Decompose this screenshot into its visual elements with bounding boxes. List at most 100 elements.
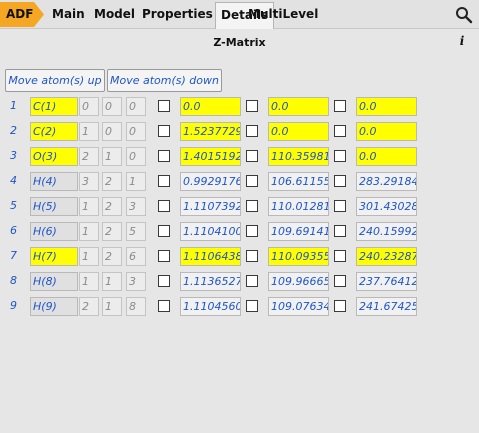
ref-atom-2-field[interactable]: 0 — [102, 122, 122, 141]
freeze-angle-checkbox[interactable] — [246, 250, 258, 262]
distance-field[interactable]: 1.4015192 — [180, 147, 241, 166]
atom-label-field[interactable]: H(9) — [30, 297, 78, 316]
freeze-distance-checkbox[interactable] — [158, 150, 170, 162]
freeze-angle-checkbox[interactable] — [246, 175, 258, 187]
tab-model[interactable]: Model — [89, 2, 140, 27]
ref-atom-1-field[interactable]: 2 — [79, 297, 99, 316]
freeze-angle-checkbox[interactable] — [246, 100, 258, 112]
dihedral-field[interactable]: 240.23287 — [356, 247, 417, 266]
ref-atom-2-field[interactable]: 2 — [102, 247, 122, 266]
ref-atom-3-field[interactable]: 5 — [126, 222, 146, 241]
distance-field[interactable]: 1.1136527 — [180, 272, 241, 291]
freeze-distance-checkbox[interactable] — [158, 300, 170, 312]
adf-menu-tab[interactable]: ADF — [0, 2, 44, 27]
distance-field[interactable]: 1.1104100 — [180, 222, 241, 241]
move-atoms-down-button[interactable]: Move atom(s) down — [107, 69, 222, 92]
atom-label-field[interactable]: H(7) — [30, 247, 78, 266]
move-atoms-up-button[interactable]: Move atom(s) up — [5, 69, 105, 92]
dihedral-field[interactable]: 301.43028 — [356, 197, 417, 216]
angle-field[interactable]: 110.01281 — [268, 197, 329, 216]
freeze-angle-checkbox[interactable] — [246, 125, 258, 137]
ref-atom-1-field[interactable]: 3 — [79, 172, 99, 191]
atom-label-field[interactable]: O(3) — [30, 147, 78, 166]
dihedral-field[interactable]: 283.29184 — [356, 172, 417, 191]
freeze-angle-checkbox[interactable] — [246, 300, 258, 312]
dihedral-field[interactable]: 0.0 — [356, 97, 417, 116]
dihedral-field[interactable]: 241.67425 — [356, 297, 417, 316]
ref-atom-1-field[interactable]: 0 — [79, 97, 99, 116]
atom-label-field[interactable]: C(1) — [30, 97, 78, 116]
ref-atom-3-field[interactable]: 6 — [126, 247, 146, 266]
distance-field[interactable]: 1.1107392 — [180, 197, 241, 216]
atom-label-field[interactable]: H(8) — [30, 272, 78, 291]
ref-atom-2-field[interactable]: 2 — [102, 197, 122, 216]
atom-label-field[interactable]: H(4) — [30, 172, 78, 191]
ref-atom-1-field[interactable]: 1 — [79, 122, 99, 141]
freeze-distance-checkbox[interactable] — [158, 275, 170, 287]
ref-atom-3-field[interactable]: 3 — [126, 272, 146, 291]
angle-field[interactable]: 109.69141 — [268, 222, 329, 241]
freeze-dihedral-checkbox[interactable] — [334, 250, 346, 262]
row-number: 5 — [10, 199, 17, 212]
dihedral-field[interactable]: 240.15992 — [356, 222, 417, 241]
tab-main[interactable]: Main — [47, 2, 90, 27]
freeze-dihedral-checkbox[interactable] — [334, 275, 346, 287]
ref-atom-1-field[interactable]: 1 — [79, 222, 99, 241]
freeze-angle-checkbox[interactable] — [246, 275, 258, 287]
distance-field[interactable]: 0.0 — [180, 97, 241, 116]
ref-atom-2-field[interactable]: 1 — [102, 147, 122, 166]
ref-atom-3-field[interactable]: 3 — [126, 197, 146, 216]
freeze-dihedral-checkbox[interactable] — [334, 125, 346, 137]
freeze-dihedral-checkbox[interactable] — [334, 100, 346, 112]
tab-multilevel[interactable]: MultiLevel — [243, 2, 323, 27]
ref-atom-1-field[interactable]: 1 — [79, 272, 99, 291]
distance-field[interactable]: 1.1106438 — [180, 247, 241, 266]
search-icon[interactable] — [455, 6, 473, 24]
tab-properties[interactable]: Properties — [137, 2, 218, 27]
freeze-angle-checkbox[interactable] — [246, 200, 258, 212]
freeze-dihedral-checkbox[interactable] — [334, 150, 346, 162]
ref-atom-2-field[interactable]: 1 — [102, 297, 122, 316]
distance-field[interactable]: 0.9929176 — [180, 172, 241, 191]
freeze-distance-checkbox[interactable] — [158, 125, 170, 137]
dihedral-field[interactable]: 237.76412 — [356, 272, 417, 291]
ref-atom-2-field[interactable]: 2 — [102, 172, 122, 191]
angle-field[interactable]: 110.09355 — [268, 247, 329, 266]
freeze-angle-checkbox[interactable] — [246, 150, 258, 162]
ref-atom-1-field[interactable]: 1 — [79, 247, 99, 266]
distance-field[interactable]: 1.1104560 — [180, 297, 241, 316]
ref-atom-3-field[interactable]: 0 — [126, 97, 146, 116]
atom-label-field[interactable]: H(5) — [30, 197, 78, 216]
freeze-distance-checkbox[interactable] — [158, 200, 170, 212]
angle-field[interactable]: 0.0 — [268, 97, 329, 116]
freeze-distance-checkbox[interactable] — [158, 175, 170, 187]
freeze-dihedral-checkbox[interactable] — [334, 175, 346, 187]
ref-atom-3-field[interactable]: 0 — [126, 122, 146, 141]
ref-atom-3-field[interactable]: 0 — [126, 147, 146, 166]
ref-atom-1-field[interactable]: 2 — [79, 147, 99, 166]
freeze-angle-checkbox[interactable] — [246, 225, 258, 237]
dihedral-field[interactable]: 0.0 — [356, 122, 417, 141]
atom-label-field[interactable]: C(2) — [30, 122, 78, 141]
angle-field[interactable]: 109.07634 — [268, 297, 329, 316]
freeze-dihedral-checkbox[interactable] — [334, 300, 346, 312]
info-icon[interactable]: i — [458, 34, 466, 48]
freeze-distance-checkbox[interactable] — [158, 250, 170, 262]
angle-field[interactable]: 109.96665 — [268, 272, 329, 291]
angle-field[interactable]: 0.0 — [268, 122, 329, 141]
angle-field[interactable]: 110.35981 — [268, 147, 329, 166]
ref-atom-2-field[interactable]: 1 — [102, 272, 122, 291]
ref-atom-2-field[interactable]: 0 — [102, 97, 122, 116]
distance-field[interactable]: 1.5237729 — [180, 122, 241, 141]
ref-atom-1-field[interactable]: 1 — [79, 197, 99, 216]
ref-atom-2-field[interactable]: 2 — [102, 222, 122, 241]
ref-atom-3-field[interactable]: 1 — [126, 172, 146, 191]
ref-atom-3-field[interactable]: 8 — [126, 297, 146, 316]
freeze-dihedral-checkbox[interactable] — [334, 200, 346, 212]
angle-field[interactable]: 106.61155 — [268, 172, 329, 191]
dihedral-field[interactable]: 0.0 — [356, 147, 417, 166]
freeze-distance-checkbox[interactable] — [158, 225, 170, 237]
freeze-distance-checkbox[interactable] — [158, 100, 170, 112]
atom-label-field[interactable]: H(6) — [30, 222, 78, 241]
freeze-dihedral-checkbox[interactable] — [334, 225, 346, 237]
